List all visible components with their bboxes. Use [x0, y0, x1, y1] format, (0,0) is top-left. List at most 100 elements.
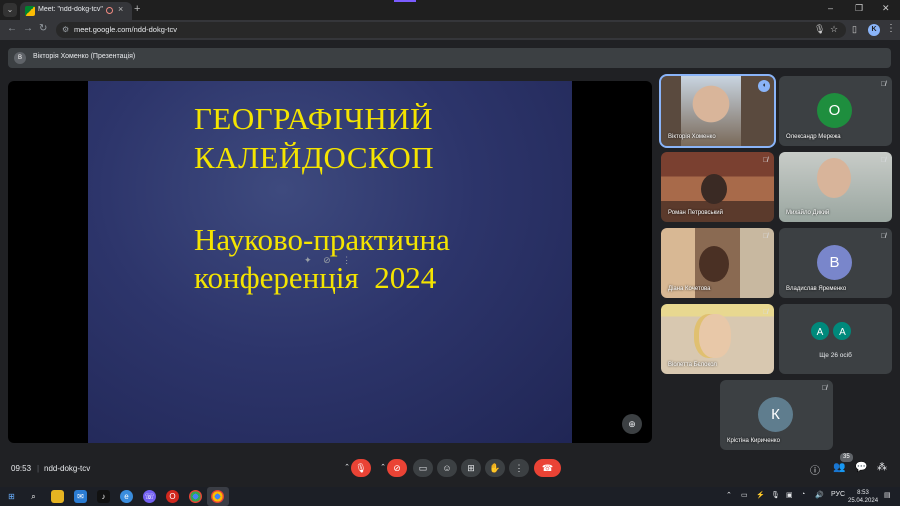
- participant-tile-4[interactable]: 🎙̸ Михайло Дикий: [779, 152, 892, 222]
- windows-taskbar: ⊞ ⌕ ✉ ♪ e ☏ O ⌃ ▭ ⚡ 🎙 ▣ ◔ 🔊 РУС 8:53 25.…: [0, 487, 900, 506]
- tray-display-icon[interactable]: ▣: [786, 491, 793, 499]
- tray-network-icon[interactable]: ◔: [801, 491, 805, 498]
- bookmark-star-icon[interactable]: ☆: [830, 24, 838, 35]
- participant-tile-9[interactable]: 🎙̸ К Крістіна Кириченко: [720, 380, 833, 450]
- present-button[interactable]: ⊞: [461, 459, 481, 477]
- tray-volume-icon[interactable]: 🔊: [815, 491, 824, 499]
- participant-tile-1[interactable]: ◖ Вікторія Хоменко: [659, 74, 776, 148]
- recording-indicator-icon: [106, 7, 113, 14]
- participant-tile-5[interactable]: 🎙̸ Діана Кочетова: [661, 228, 774, 298]
- muted-mic-icon: 🎙̸: [880, 233, 886, 240]
- tab-strip: ⌄ Meet: "ndd-dokg-tcv" × + – ❐ ✕: [0, 0, 900, 20]
- mic-off-button[interactable]: 🎙: [351, 459, 371, 477]
- participant-name: Крістіна Кириченко: [727, 438, 780, 444]
- back-icon[interactable]: ←: [7, 23, 17, 34]
- muted-mic-icon: 🎙̸: [880, 81, 886, 88]
- reactions-button[interactable]: ☺: [437, 459, 457, 477]
- participant-avatar: А: [831, 320, 854, 342]
- tray-mic-icon[interactable]: 🎙: [771, 491, 780, 499]
- forward-icon[interactable]: →: [23, 23, 33, 34]
- mail-icon[interactable]: ✉: [74, 490, 87, 503]
- notifications-icon[interactable]: ▤: [884, 491, 891, 499]
- tray-overflow-icon[interactable]: ⌃: [726, 491, 732, 499]
- browser-menu-icon[interactable]: ⋮: [886, 23, 896, 34]
- chat-icon[interactable]: 💬: [855, 462, 867, 473]
- participant-name: Михайло Дикий: [786, 210, 830, 216]
- muted-mic-icon: 🎙̸: [762, 309, 768, 316]
- meeting-clock: 09:53: [11, 464, 32, 473]
- participant-video: [699, 314, 731, 358]
- presenter-avatar: В: [14, 52, 26, 64]
- site-info-icon[interactable]: ⚙: [62, 25, 69, 34]
- participant-name: Владислав Яременко: [786, 286, 847, 292]
- participant-tile-2[interactable]: 🎙̸ О Олександр Мережа: [779, 76, 892, 146]
- opera-icon[interactable]: O: [166, 490, 179, 503]
- input-language[interactable]: РУС: [831, 491, 845, 498]
- presentation-stage[interactable]: ГЕОГРАФІЧНИЙ КАЛЕЙДОСКОП Науково-практич…: [8, 81, 652, 443]
- participant-video: [699, 246, 729, 282]
- slide-title: ГЕОГРАФІЧНИЙ КАЛЕЙДОСКОП: [194, 99, 434, 177]
- presentation-banner: В Вікторія Хоменко (Презентація): [8, 48, 891, 68]
- raise-hand-button[interactable]: ✋: [485, 459, 505, 477]
- mute-tile-icon[interactable]: ⊘: [323, 255, 331, 265]
- restore-icon[interactable]: ❐: [855, 3, 863, 14]
- search-icon[interactable]: ⌕: [27, 490, 40, 503]
- taskbar-clock[interactable]: 8:53 25.04.2024: [848, 489, 878, 505]
- participant-name: Роман Петровський: [668, 210, 723, 216]
- activities-icon[interactable]: ⁂: [877, 462, 887, 473]
- tray-app-icon[interactable]: ▭: [741, 491, 748, 499]
- camera-off-button[interactable]: ⊘: [387, 459, 407, 477]
- participant-video: [701, 174, 727, 204]
- participant-avatar: К: [758, 397, 793, 432]
- participant-name: Віолетта Бєлокол: [668, 362, 717, 368]
- people-icon[interactable]: 👥: [833, 462, 845, 473]
- participant-video: [817, 158, 851, 198]
- chrome-icon[interactable]: [189, 490, 202, 503]
- browser-tab[interactable]: Meet: "ndd-dokg-tcv" ×: [20, 2, 132, 20]
- taskbar-date: 25.04.2024: [848, 498, 879, 504]
- speaking-indicator-icon: ◖: [758, 80, 770, 92]
- tray-bluetooth-icon[interactable]: ⚡: [756, 491, 765, 499]
- muted-mic-icon: 🎙̸: [821, 385, 827, 392]
- muted-mic-icon: 🎙̸: [762, 157, 768, 164]
- taskbar-time: 8:53: [857, 490, 869, 496]
- tiktok-icon[interactable]: ♪: [97, 490, 110, 503]
- more-options-button[interactable]: ⋮: [509, 459, 529, 477]
- new-tab-button[interactable]: +: [134, 3, 140, 15]
- participant-tile-7[interactable]: 🎙̸ Віолетта Бєлокол: [661, 304, 774, 374]
- meeting-code: ndd-dokg-tcv: [44, 464, 91, 473]
- microphone-permission-icon[interactable]: 🎙: [814, 24, 825, 35]
- windows-start-icon[interactable]: ⊞: [5, 490, 18, 503]
- tab-title: Meet: "ndd-dokg-tcv": [38, 6, 103, 13]
- muted-mic-icon: 🎙̸: [880, 157, 886, 164]
- close-window-icon[interactable]: ✕: [882, 3, 890, 14]
- slide-title-line2: КАЛЕЙДОСКОП: [194, 140, 435, 175]
- captions-button[interactable]: ▭: [413, 459, 433, 477]
- reload-icon[interactable]: ↻: [39, 23, 47, 34]
- more-participants-tile[interactable]: А А Ще 26 осіб: [779, 304, 892, 374]
- participant-tile-3[interactable]: 🎙̸ Роман Петровський: [661, 152, 774, 222]
- tab-close-icon[interactable]: ×: [118, 4, 123, 14]
- callbar-separator: |: [37, 464, 40, 473]
- chrome-profile-icon[interactable]: [211, 490, 224, 503]
- participant-tile-6[interactable]: 🎙̸ В Владислав Яременко: [779, 228, 892, 298]
- profile-avatar[interactable]: K: [868, 24, 880, 36]
- meeting-details-icon[interactable]: ⓘ: [810, 462, 820, 477]
- address-bar[interactable]: ⚙ meet.google.com/ndd-dokg-tcv 🎙 ☆: [56, 22, 846, 38]
- viber-icon[interactable]: ☏: [143, 490, 156, 503]
- url-text[interactable]: meet.google.com/ndd-dokg-tcv: [74, 25, 177, 34]
- file-explorer-icon[interactable]: [51, 490, 64, 503]
- pin-icon[interactable]: ✦: [304, 255, 312, 265]
- participant-name: Діана Кочетова: [668, 286, 711, 292]
- participant-avatar: В: [817, 245, 852, 280]
- meet-favicon-icon: [25, 6, 35, 16]
- participant-name: Вікторія Хоменко: [668, 134, 716, 140]
- more-options-icon[interactable]: ⋮: [342, 255, 351, 265]
- presenter-label: Вікторія Хоменко (Презентація): [33, 53, 136, 60]
- tab-search-icon[interactable]: ⌄: [3, 3, 17, 17]
- zoom-icon[interactable]: ⊕: [622, 414, 642, 434]
- minimize-icon[interactable]: –: [828, 3, 833, 13]
- leave-call-button[interactable]: ☎: [534, 459, 561, 477]
- side-panel-icon[interactable]: ▯: [852, 24, 857, 35]
- edge-icon[interactable]: e: [120, 490, 133, 503]
